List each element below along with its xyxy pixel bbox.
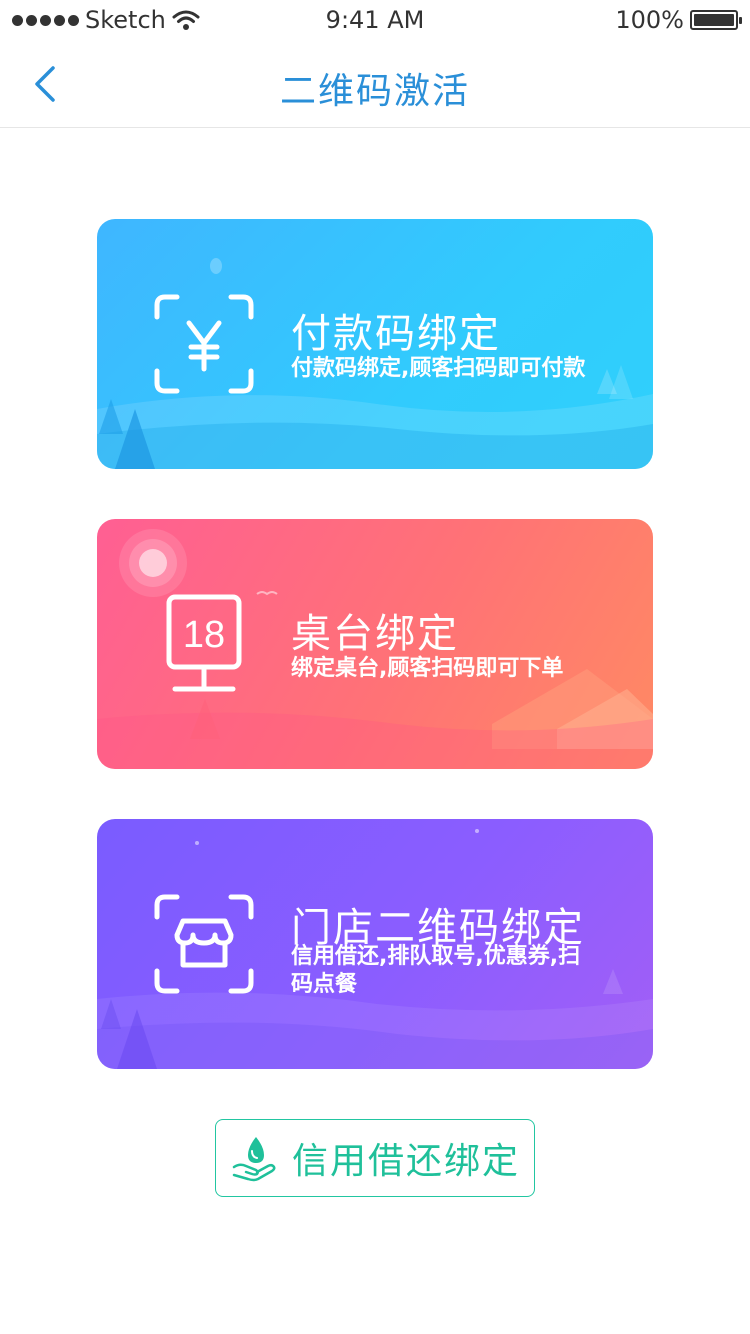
credit-button-label: 信用借还绑定 <box>291 1141 520 1182</box>
hand-drop-icon <box>232 1137 276 1182</box>
payment-code-bind-card[interactable]: 付款码绑定 付款码绑定,顾客扫码即可付款 <box>97 219 653 469</box>
table-number-text: 18 <box>183 614 225 656</box>
status-right: 100% <box>615 6 742 34</box>
page-title: 二维码激活 <box>279 71 470 112</box>
card-description: 信用借还,排队取号,优惠券,扫码点餐 <box>291 944 581 997</box>
card-title: 付款码绑定 <box>291 311 501 357</box>
status-bar: Sketch 9:41 AM 100% <box>0 0 750 40</box>
table-number-icon: 18 <box>166 594 242 692</box>
card-description: 绑定桌台,顾客扫码即可下单 <box>291 656 564 681</box>
table-bind-card[interactable]: 18 桌台绑定 绑定桌台,顾客扫码即可下单 <box>97 519 653 769</box>
yen-scan-icon <box>154 294 254 394</box>
credit-borrow-bind-button[interactable]: 信用借还绑定 <box>215 1119 535 1197</box>
store-qr-bind-card[interactable]: 门店二维码绑定 信用借还,排队取号,优惠券,扫码点餐 <box>97 819 653 1069</box>
battery-percent: 100% <box>615 6 684 34</box>
battery-icon <box>690 10 742 30</box>
card-title: 桌台绑定 <box>291 611 459 657</box>
nav-bar: 二维码激活 <box>0 40 750 128</box>
card-description: 付款码绑定,顾客扫码即可付款 <box>291 356 586 381</box>
store-scan-icon <box>154 894 254 994</box>
